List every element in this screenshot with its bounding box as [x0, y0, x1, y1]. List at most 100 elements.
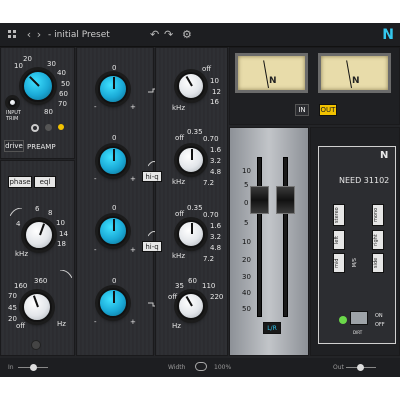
gain-plus-tick: +	[130, 318, 136, 326]
right-mode-button[interactable]: right	[372, 230, 384, 250]
lmf-tick: 4.8	[210, 244, 222, 252]
lmf-tick: 0.70	[203, 211, 219, 219]
hmf-tick: 3.2	[210, 157, 222, 165]
left-fader-cap[interactable]	[250, 186, 269, 214]
lp-tick: 45	[8, 304, 17, 312]
fader-scale-tick: 5	[244, 181, 249, 189]
hmf-tick: 0.35	[187, 128, 203, 136]
side-mode-button[interactable]: side	[372, 253, 384, 273]
output-vu-meter: N	[318, 53, 391, 93]
ms-label: M/S	[352, 258, 358, 268]
meter-out-button[interactable]: OUT	[319, 104, 337, 116]
chevron-left-icon[interactable]: ‹	[24, 28, 34, 41]
lmf-unit: kHz	[172, 252, 185, 260]
gain-minus-tick: -	[94, 318, 97, 326]
right-fader-track[interactable]	[283, 157, 288, 317]
preamp-tick: 60	[59, 90, 68, 98]
input-gain-slider-thumb[interactable]	[30, 364, 37, 371]
drive-led	[58, 124, 64, 130]
dirt-on-label: ON	[375, 313, 383, 319]
gain-zero-tick: 0	[112, 134, 117, 142]
hp-tick: 10	[56, 219, 65, 227]
hp-tick: 6	[35, 205, 40, 213]
fader-scale-tick: 40	[242, 289, 251, 297]
gain-minus-tick: -	[94, 246, 97, 254]
gain-zero-tick: 0	[112, 204, 117, 212]
hp-tick: 18	[57, 240, 66, 248]
fader-scale-tick: 20	[242, 256, 251, 264]
stereo-mode-button[interactable]: stereo	[333, 204, 345, 226]
gear-icon[interactable]: ⚙	[182, 28, 192, 41]
mono-mode-button[interactable]: mono	[372, 204, 384, 226]
phase-button[interactable]: phase	[8, 176, 32, 188]
hf-freq-knob[interactable]	[177, 72, 205, 100]
fader-link-button[interactable]: L/R	[263, 322, 281, 334]
gain-zero-tick: 0	[112, 64, 117, 72]
lmf-hi-q-button[interactable]: hi-q	[142, 241, 162, 252]
hf-gain-knob[interactable]	[98, 74, 128, 104]
input-trim-label: INPUT TRIM	[6, 110, 21, 122]
width-label: Width	[168, 364, 186, 371]
hp-tick: 4	[16, 220, 21, 228]
lp-tick: 70	[8, 292, 17, 300]
input-trim-knob[interactable]	[8, 98, 17, 107]
chevron-right-icon[interactable]: ›	[34, 28, 44, 41]
vu-logo: N	[352, 76, 360, 86]
stereo-logo: N	[380, 150, 389, 161]
mid-mode-button[interactable]: mid	[333, 253, 345, 273]
lmf-gain-knob[interactable]	[98, 216, 128, 246]
hmf-tick: off	[175, 134, 185, 142]
lf-tick: off	[168, 293, 178, 301]
dirt-label: DIRT	[353, 330, 363, 335]
preamp-gain-knob[interactable]	[22, 70, 54, 102]
left-mode-button[interactable]: left	[333, 230, 345, 250]
fader-scale-tick: 50	[242, 305, 251, 313]
drive-mode-icon[interactable]	[31, 124, 39, 132]
preamp-tick: 20	[23, 55, 32, 63]
hmf-tick: 7.2	[203, 179, 215, 187]
lmf-tick: 0.35	[187, 204, 203, 212]
fader-scale-tick: 5	[244, 219, 249, 227]
preamp-tick: 30	[47, 60, 56, 68]
meter-in-button[interactable]: IN	[295, 104, 309, 116]
dirt-switch[interactable]	[350, 311, 368, 325]
hmf-hi-q-button[interactable]: hi-q	[142, 171, 162, 182]
lmf-freq-knob[interactable]	[177, 220, 205, 248]
lf-gain-knob[interactable]	[98, 288, 128, 318]
redo-icon[interactable]: ↷	[164, 28, 173, 41]
eql-button[interactable]: eql	[34, 176, 56, 188]
footer-in-label: In	[8, 364, 14, 371]
preamp-tick: 10	[14, 62, 23, 70]
preamp-label: PREAMP	[27, 143, 56, 151]
output-gain-slider-thumb[interactable]	[357, 364, 364, 371]
undo-icon[interactable]: ↶	[150, 28, 159, 41]
lf-tick: 35	[175, 282, 184, 290]
input-vu-meter: N	[235, 53, 308, 93]
lf-freq-knob[interactable]	[177, 292, 205, 320]
vu-logo: N	[269, 76, 277, 86]
lp-tick: 360	[34, 277, 48, 285]
hf-unit: kHz	[172, 104, 185, 112]
lf-tick: 220	[210, 293, 224, 301]
highpass-freq-knob[interactable]	[24, 220, 54, 250]
lowpass-freq-knob[interactable]	[22, 292, 52, 322]
drive-button[interactable]: drive	[4, 140, 24, 152]
hmf-gain-knob[interactable]	[98, 146, 128, 176]
menu-icon[interactable]	[6, 28, 18, 41]
hf-tick: 16	[210, 98, 219, 106]
hmf-freq-knob[interactable]	[177, 146, 205, 174]
width-link-icon[interactable]	[195, 362, 207, 371]
lf-unit: Hz	[172, 322, 181, 330]
hp-unit: kHz	[15, 250, 28, 258]
right-fader-cap[interactable]	[276, 186, 295, 214]
preset-name[interactable]: - initial Preset	[48, 30, 110, 40]
drive-alt-icon[interactable]	[45, 124, 52, 131]
lp-tick: 160	[14, 282, 28, 290]
lmf-tick: 3.2	[210, 233, 222, 241]
highpass-curve-icon	[10, 208, 22, 216]
width-value[interactable]: 100%	[214, 364, 231, 371]
lp-tick: off	[16, 322, 26, 330]
left-fader-track[interactable]	[257, 157, 262, 317]
footer-out-label: Out	[333, 364, 344, 371]
gain-minus-tick: -	[94, 175, 97, 183]
